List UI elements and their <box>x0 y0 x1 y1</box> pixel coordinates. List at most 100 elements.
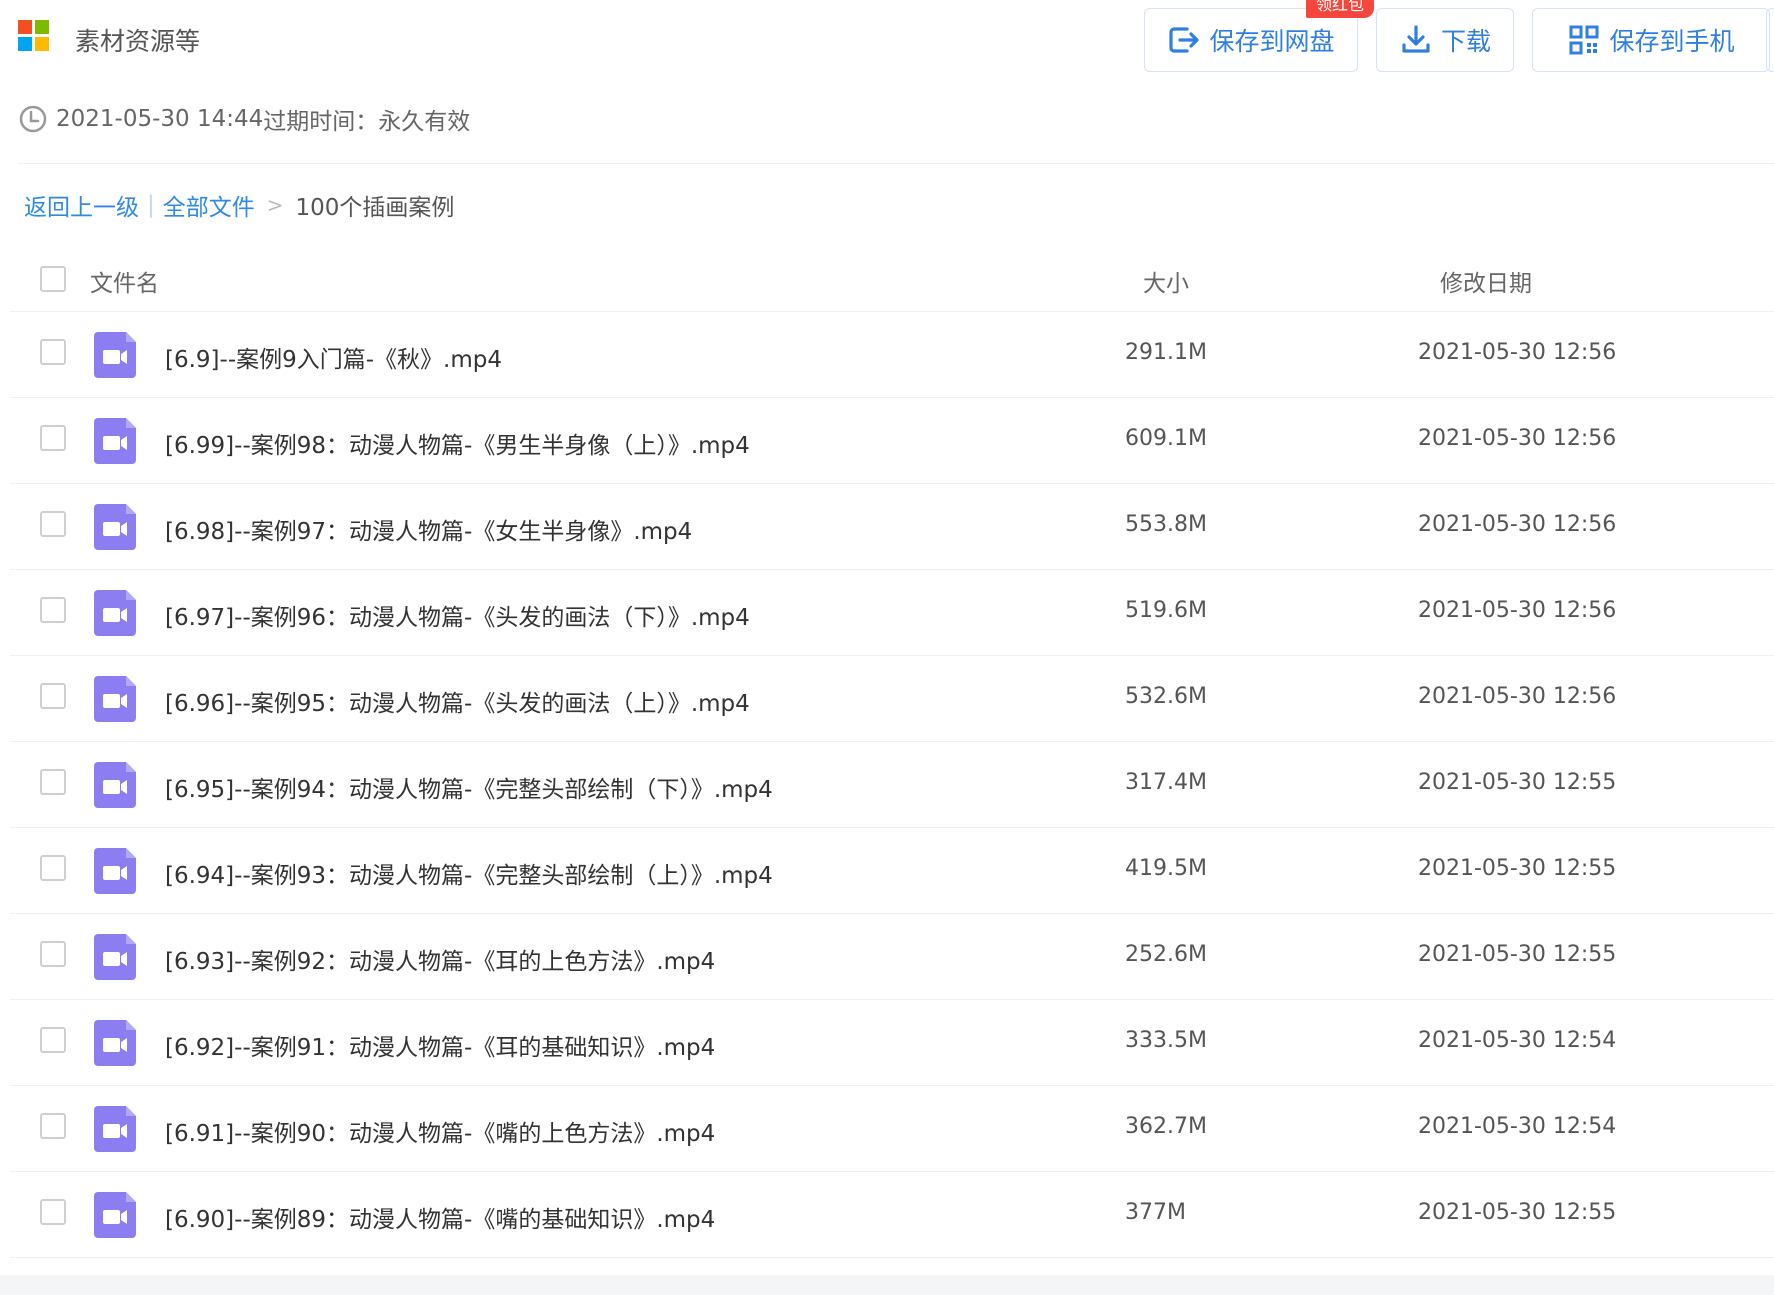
windows-logo-icon <box>18 20 50 52</box>
video-file-icon <box>94 1106 136 1152</box>
file-size: 519.6M <box>1125 598 1207 623</box>
file-name[interactable]: [6.93]--案例92：动漫人物篇-《耳的上色方法》.mp4 <box>165 942 715 976</box>
file-size: 553.8M <box>1125 512 1207 537</box>
table-row[interactable]: [6.99]--案例98：动漫人物篇-《男生半身像（上）》.mp4 609.1M… <box>10 398 1774 484</box>
file-list: [6.9]--案例9入门篇-《秋》.mp4 291.1M 2021-05-30 … <box>10 312 1774 1258</box>
created-at: 2021-05-30 14:44 <box>56 106 264 132</box>
video-file-icon <box>94 332 136 378</box>
row-checkbox[interactable] <box>40 597 66 623</box>
logo-tile-green <box>35 20 49 34</box>
app-title: 素材资源等 <box>75 27 201 56</box>
red-packet-badge[interactable]: 领红包 <box>1306 0 1375 18</box>
table-row[interactable]: [6.96]--案例95：动漫人物篇-《头发的画法（上）》.mp4 532.6M… <box>10 656 1774 742</box>
header: 素材资源等 保存到网盘 领红包 下载 保存到手机 <box>0 0 1774 80</box>
row-checkbox[interactable] <box>40 855 66 881</box>
file-date: 2021-05-30 12:56 <box>1418 340 1617 365</box>
share-meta: 2021-05-30 14:44 过期时间： 永久有效 <box>18 102 470 136</box>
row-checkbox[interactable] <box>40 1113 66 1139</box>
table-row[interactable]: [6.95]--案例94：动漫人物篇-《完整头部绘制（下）》.mp4 317.4… <box>10 742 1774 828</box>
file-name[interactable]: [6.95]--案例94：动漫人物篇-《完整头部绘制（下）》.mp4 <box>165 770 773 804</box>
video-file-icon <box>94 1192 136 1238</box>
row-checkbox[interactable] <box>40 511 66 537</box>
file-size: 419.5M <box>1125 856 1207 881</box>
video-file-icon <box>94 762 136 808</box>
expire-value: 永久有效 <box>378 109 471 135</box>
video-file-icon <box>94 418 136 464</box>
file-size: 333.5M <box>1125 1028 1207 1053</box>
file-size: 362.7M <box>1125 1114 1207 1139</box>
download-label: 下载 <box>1440 27 1491 56</box>
video-file-icon <box>94 590 136 636</box>
file-date: 2021-05-30 12:55 <box>1418 856 1617 881</box>
logo-tile-red <box>18 20 32 34</box>
file-name[interactable]: [6.99]--案例98：动漫人物篇-《男生半身像（上）》.mp4 <box>165 426 750 460</box>
logo-tile-yellow <box>35 37 49 51</box>
file-name[interactable]: [6.9]--案例9入门篇-《秋》.mp4 <box>165 340 502 374</box>
row-checkbox[interactable] <box>40 425 66 451</box>
save-export-icon <box>1169 27 1200 53</box>
back-link[interactable]: 返回上一级 <box>24 188 139 222</box>
row-checkbox[interactable] <box>40 1199 66 1225</box>
more-button-edge[interactable] <box>1766 8 1774 72</box>
row-checkbox[interactable] <box>40 769 66 795</box>
video-file-icon <box>94 504 136 550</box>
file-date: 2021-05-30 12:55 <box>1418 942 1617 967</box>
table-row[interactable]: [6.9]--案例9入门篇-《秋》.mp4 291.1M 2021-05-30 … <box>10 312 1774 398</box>
file-size: 532.6M <box>1125 684 1207 709</box>
file-size: 291.1M <box>1125 340 1207 365</box>
download-icon <box>1402 25 1430 53</box>
table-row[interactable]: [6.92]--案例91：动漫人物篇-《耳的基础知识》.mp4 333.5M 2… <box>10 1000 1774 1086</box>
file-name[interactable]: [6.91]--案例90：动漫人物篇-《嘴的上色方法》.mp4 <box>165 1114 715 1148</box>
file-date: 2021-05-30 12:54 <box>1418 1114 1617 1139</box>
select-all-checkbox[interactable] <box>40 266 66 292</box>
table-row[interactable]: [6.98]--案例97：动漫人物篇-《女生半身像》.mp4 553.8M 20… <box>10 484 1774 570</box>
file-size: 377M <box>1125 1200 1186 1225</box>
qr-code-icon <box>1569 25 1599 55</box>
file-date: 2021-05-30 12:55 <box>1418 1200 1617 1225</box>
save-to-phone-label: 保存到手机 <box>1609 27 1735 56</box>
column-header-date[interactable]: 修改日期 <box>1440 264 1532 298</box>
row-checkbox[interactable] <box>40 1027 66 1053</box>
column-header-size[interactable]: 大小 <box>1143 264 1189 298</box>
file-name[interactable]: [6.96]--案例95：动漫人物篇-《头发的画法（上）》.mp4 <box>165 684 750 718</box>
table-row[interactable]: [6.94]--案例93：动漫人物篇-《完整头部绘制（上）》.mp4 419.5… <box>10 828 1774 914</box>
breadcrumb-separator: | <box>147 192 155 218</box>
file-date: 2021-05-30 12:55 <box>1418 770 1617 795</box>
clock-icon <box>19 105 47 133</box>
table-row[interactable]: [6.91]--案例90：动漫人物篇-《嘴的上色方法》.mp4 362.7M 2… <box>10 1086 1774 1172</box>
video-file-icon <box>94 934 136 980</box>
footer-band <box>0 1275 1774 1295</box>
column-header-name[interactable]: 文件名 <box>90 264 159 298</box>
file-date: 2021-05-30 12:56 <box>1418 426 1617 451</box>
file-size: 252.6M <box>1125 942 1207 967</box>
file-date: 2021-05-30 12:56 <box>1418 512 1617 537</box>
file-size: 609.1M <box>1125 426 1207 451</box>
save-to-phone-button[interactable]: 保存到手机 <box>1532 8 1770 72</box>
row-checkbox[interactable] <box>40 683 66 709</box>
table-row[interactable]: [6.97]--案例96：动漫人物篇-《头发的画法（下）》.mp4 519.6M… <box>10 570 1774 656</box>
file-date: 2021-05-30 12:54 <box>1418 1028 1617 1053</box>
video-file-icon <box>94 848 136 894</box>
expire-label: 过期时间： <box>263 109 379 135</box>
chevron-right-icon: > <box>266 193 284 217</box>
current-folder: 100个插画案例 <box>295 195 455 221</box>
row-checkbox[interactable] <box>40 339 66 365</box>
file-name[interactable]: [6.90]--案例89：动漫人物篇-《嘴的基础知识》.mp4 <box>165 1200 715 1234</box>
file-name[interactable]: [6.94]--案例93：动漫人物篇-《完整头部绘制（上）》.mp4 <box>165 856 773 890</box>
video-file-icon <box>94 676 136 722</box>
file-date: 2021-05-30 12:56 <box>1418 684 1617 709</box>
file-size: 317.4M <box>1125 770 1207 795</box>
table-header: 文件名 大小 修改日期 <box>10 246 1774 312</box>
table-row[interactable]: [6.93]--案例92：动漫人物篇-《耳的上色方法》.mp4 252.6M 2… <box>10 914 1774 1000</box>
row-checkbox[interactable] <box>40 941 66 967</box>
breadcrumb: 返回上一级 | 全部文件 > 100个插画案例 <box>24 188 454 222</box>
file-name[interactable]: [6.92]--案例91：动漫人物篇-《耳的基础知识》.mp4 <box>165 1028 715 1062</box>
all-files-link[interactable]: 全部文件 <box>163 188 255 222</box>
table-row[interactable]: [6.90]--案例89：动漫人物篇-《嘴的基础知识》.mp4 377M 202… <box>10 1172 1774 1258</box>
download-button[interactable]: 下载 <box>1376 8 1514 72</box>
video-file-icon <box>94 1020 136 1066</box>
file-name[interactable]: [6.98]--案例97：动漫人物篇-《女生半身像》.mp4 <box>165 512 692 546</box>
logo-tile-blue <box>18 37 32 51</box>
file-name[interactable]: [6.97]--案例96：动漫人物篇-《头发的画法（下）》.mp4 <box>165 598 750 632</box>
save-to-cloud-label: 保存到网盘 <box>1209 27 1335 56</box>
